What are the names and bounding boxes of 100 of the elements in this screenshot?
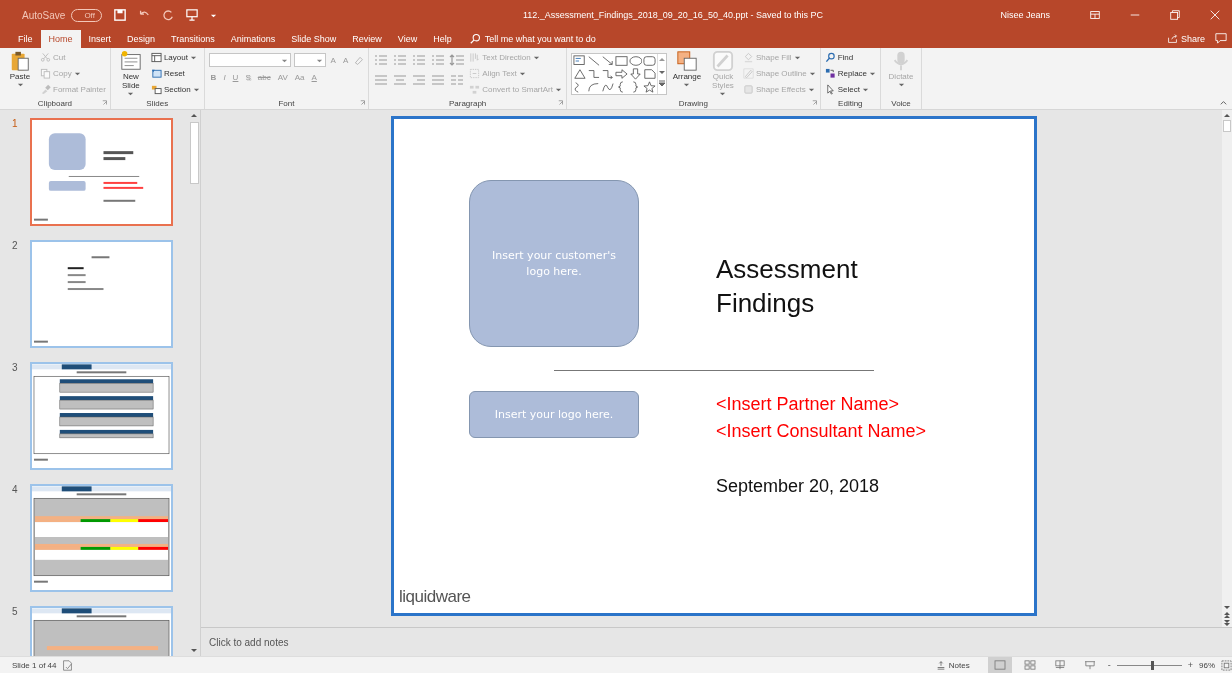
font-format-button[interactable]: S xyxy=(243,73,253,82)
ribbon-button[interactable]: Layout xyxy=(150,50,200,65)
shape-icon[interactable] xyxy=(614,55,628,67)
ribbon-button[interactable]: Reset xyxy=(150,66,200,81)
scroll-up-icon[interactable] xyxy=(1223,112,1231,120)
tell-me-field[interactable]: Tell me what you want to do xyxy=(484,34,596,48)
ribbon-tab[interactable]: Slide Show xyxy=(283,30,345,48)
shape-icon[interactable] xyxy=(642,68,656,80)
font-name-field[interactable] xyxy=(208,53,291,67)
caret-icon xyxy=(808,70,816,77)
scrollbar-thumb[interactable] xyxy=(189,122,199,184)
caret-icon xyxy=(793,54,801,61)
slide-date[interactable]: September 20, 2018 xyxy=(716,476,880,497)
scroll-up-icon[interactable] xyxy=(190,112,198,120)
partner-name[interactable]: <Insert Partner Name> xyxy=(716,394,900,415)
ribbon-button[interactable]: New Slide xyxy=(114,50,147,98)
redo-icon[interactable] xyxy=(161,9,174,21)
font-size-button[interactable]: A xyxy=(328,55,338,65)
scrollbar-thumb[interactable] xyxy=(1223,120,1231,132)
shape-icon[interactable] xyxy=(586,81,600,93)
caret-icon xyxy=(897,81,905,89)
restore-icon[interactable] xyxy=(1169,9,1181,21)
slide-number: 5 xyxy=(12,606,19,619)
consultant-name[interactable]: <Insert Consultant Name> xyxy=(716,421,927,442)
launcher-icon[interactable] xyxy=(557,100,564,106)
close-icon[interactable] xyxy=(1209,9,1221,21)
shape-icon[interactable] xyxy=(642,81,656,93)
slide-title[interactable]: Assessment Findings xyxy=(716,253,896,321)
launcher-icon[interactable] xyxy=(101,100,108,106)
ribbon-button[interactable]: Arrange xyxy=(670,50,703,89)
font-format-button[interactable]: Aa xyxy=(292,73,307,82)
document-check-icon[interactable] xyxy=(62,659,74,671)
ribbon-tab[interactable]: Transitions xyxy=(163,30,223,48)
next-slide-icon[interactable] xyxy=(1223,619,1231,627)
shape-icon[interactable] xyxy=(642,55,656,67)
ribbon-button[interactable]: Paste xyxy=(4,50,36,89)
notes-icon xyxy=(935,660,946,670)
line-spacing-icon[interactable] xyxy=(449,53,466,67)
presentation-icon[interactable] xyxy=(185,9,198,21)
ribbon-button[interactable]: Section xyxy=(150,82,200,97)
font-format-button[interactable]: abc xyxy=(255,73,273,82)
grid-view-icon xyxy=(1023,660,1036,670)
shape-icon[interactable] xyxy=(572,68,586,80)
shape-icon[interactable] xyxy=(572,55,586,67)
caret-icon xyxy=(554,86,562,93)
shapes-gallery[interactable] xyxy=(570,53,667,95)
slide-thumbnail[interactable] xyxy=(30,118,173,226)
shape-icon[interactable] xyxy=(600,81,614,93)
scroll-down-icon[interactable] xyxy=(190,646,198,654)
normal-view-icon xyxy=(993,660,1006,670)
section-icon xyxy=(150,84,162,95)
view-button[interactable] xyxy=(987,657,1012,673)
slide-thumbnail[interactable] xyxy=(30,362,173,470)
font-size-button[interactable]: A xyxy=(340,55,351,65)
font-size-field[interactable] xyxy=(293,53,326,67)
scroll-down-icon[interactable] xyxy=(1223,603,1231,611)
user-name[interactable]: Nisee Jeans xyxy=(1000,10,1050,20)
caret-icon xyxy=(532,54,540,61)
font-format-button[interactable]: AV xyxy=(275,73,290,82)
ribbon-button[interactable]: Find xyxy=(824,50,877,65)
launcher-icon[interactable] xyxy=(811,100,818,107)
caret-icon xyxy=(189,54,197,61)
shape-icon[interactable] xyxy=(614,68,628,80)
comment-icon[interactable] xyxy=(1215,32,1227,44)
ribbon-tab[interactable]: Home xyxy=(40,30,81,48)
caret-icon xyxy=(518,70,526,77)
font-format-button[interactable]: I xyxy=(221,73,228,82)
font-format-button[interactable]: U xyxy=(230,73,241,82)
slide-thumbnail[interactable] xyxy=(30,240,173,348)
ribbon-tab[interactable]: Design xyxy=(119,30,164,48)
ribbon-tab[interactable]: Review xyxy=(344,30,390,48)
share-button[interactable]: Share xyxy=(1166,33,1205,48)
slide-thumbnail[interactable] xyxy=(30,484,173,592)
shape-icon[interactable] xyxy=(628,68,642,80)
notes-button[interactable]: Notes xyxy=(935,660,970,670)
zoom-in-button[interactable]: + xyxy=(1187,660,1193,670)
ribbon-display-icon[interactable] xyxy=(1089,9,1101,21)
save-icon[interactable] xyxy=(113,9,126,21)
shape-icon[interactable] xyxy=(600,68,614,80)
launcher-icon[interactable] xyxy=(360,100,367,106)
shape-icon[interactable] xyxy=(586,55,600,67)
ribbon-button[interactable]: Replace xyxy=(824,66,877,81)
ribbon-button[interactable]: Select xyxy=(824,82,877,97)
ribbon-tab[interactable]: Animations xyxy=(222,30,284,48)
fit-to-window-icon[interactable] xyxy=(1221,659,1232,671)
ribbon-tab[interactable]: Insert xyxy=(80,30,120,48)
shape-icon[interactable] xyxy=(586,68,600,80)
font-format-button[interactable]: A xyxy=(309,73,319,82)
zoom-out-button[interactable]: - xyxy=(1107,660,1111,670)
previous-slide-icon[interactable] xyxy=(1223,611,1231,619)
brush-icon xyxy=(40,84,51,95)
collapse-icon[interactable] xyxy=(1219,98,1228,107)
shape-icon[interactable] xyxy=(628,55,642,67)
ribbon-tab[interactable]: File xyxy=(10,30,41,48)
shape-icon[interactable] xyxy=(600,55,614,67)
notes-placeholder[interactable]: Click to add notes xyxy=(209,636,289,648)
ribbon-tab[interactable]: Help xyxy=(425,30,460,48)
search-icon xyxy=(824,52,836,63)
ribbon-tab[interactable]: View xyxy=(389,30,426,48)
zoom-level[interactable]: 96% xyxy=(1199,660,1215,670)
